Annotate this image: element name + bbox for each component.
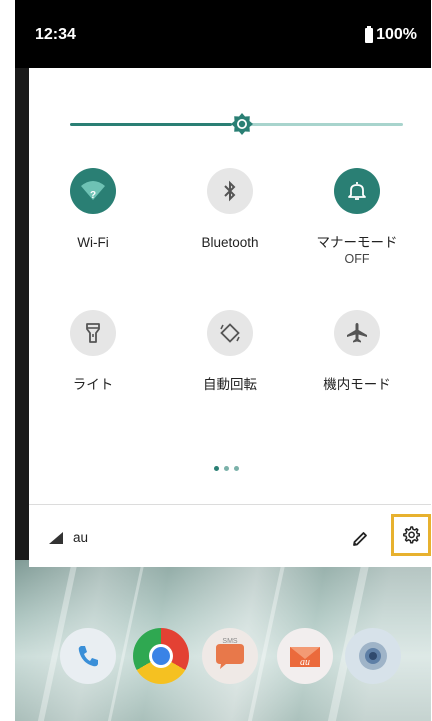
- au-mail-app-icon: au: [290, 647, 320, 668]
- status-bar: 12:34 100%: [15, 0, 431, 68]
- tile-label: マナーモード: [316, 235, 398, 250]
- pencil-icon: [353, 532, 367, 546]
- page-indicator: [214, 466, 239, 471]
- tile-label: 機内モード: [323, 377, 391, 392]
- signal-icon: [49, 531, 63, 544]
- home-dock: SMS au: [15, 628, 431, 708]
- panel-divider: [29, 504, 431, 505]
- status-time: 12:34: [35, 26, 76, 43]
- flashlight-icon: [86, 323, 100, 343]
- battery-level: 100%: [376, 26, 417, 43]
- auto-rotate-icon: [220, 323, 240, 343]
- bell-icon: [348, 182, 366, 200]
- page-dot-active: [214, 466, 219, 471]
- settings-button[interactable]: [391, 514, 431, 556]
- sms-app[interactable]: SMS: [202, 628, 258, 684]
- phone-app[interactable]: [60, 628, 116, 684]
- tile-auto-rotate[interactable]: 自動回転: [166, 310, 294, 393]
- tile-flashlight[interactable]: ライト: [29, 310, 157, 393]
- carrier-name: au: [73, 530, 89, 545]
- tile-bluetooth[interactable]: Bluetooth: [166, 168, 294, 251]
- sms-label: SMS: [222, 638, 238, 645]
- tile-sublabel: OFF: [344, 252, 370, 266]
- tile-manner-mode[interactable]: マナーモード OFF: [293, 168, 421, 267]
- wifi-icon: ?: [81, 181, 105, 201]
- tile-label: Wi-Fi: [77, 235, 109, 250]
- battery-indicator: 100%: [365, 25, 417, 44]
- auto-rotate-toggle[interactable]: [207, 310, 253, 356]
- flashlight-toggle[interactable]: [70, 310, 116, 356]
- brightness-slider-track[interactable]: [243, 123, 403, 126]
- gear-icon: [403, 526, 420, 544]
- wifi-toggle[interactable]: ?: [70, 168, 116, 214]
- brightness-slider-filled[interactable]: [70, 123, 232, 126]
- au-mail-app[interactable]: au: [277, 628, 333, 684]
- camera-app-icon: [359, 642, 387, 670]
- airplane-mode-toggle[interactable]: [334, 310, 380, 356]
- carrier-info[interactable]: au: [49, 530, 88, 545]
- page-dot: [224, 466, 229, 471]
- brightness-slider-thumb[interactable]: [230, 112, 254, 136]
- bluetooth-icon: [224, 180, 236, 202]
- chrome-app-icon: [149, 644, 173, 668]
- camera-app[interactable]: [345, 628, 401, 684]
- sms-app-icon: SMS: [216, 638, 244, 669]
- chrome-app[interactable]: [133, 628, 189, 684]
- battery-icon: [365, 25, 374, 43]
- quick-settings-panel: ? Wi-Fi Bluetooth マナーモード OFF ライト 自動回転 機内…: [29, 68, 431, 567]
- au-label: au: [300, 657, 310, 668]
- bluetooth-toggle[interactable]: [207, 168, 253, 214]
- airplane-icon: [347, 323, 367, 343]
- tile-label: Bluetooth: [201, 235, 259, 250]
- brightness-icon: [231, 113, 253, 135]
- page-dot: [234, 466, 239, 471]
- manner-mode-toggle[interactable]: [334, 168, 380, 214]
- phone-app-icon: [78, 646, 98, 667]
- edit-button[interactable]: [347, 526, 373, 552]
- svg-text:?: ?: [90, 190, 96, 201]
- phone-screen: 12:34 100% ? Wi-Fi Bluetooth マナーモード OFF …: [15, 0, 431, 721]
- tile-airplane-mode[interactable]: 機内モード: [293, 310, 421, 393]
- tile-label: ライト: [72, 377, 114, 392]
- tile-label: 自動回転: [203, 377, 257, 392]
- tile-wifi[interactable]: ? Wi-Fi: [29, 168, 157, 251]
